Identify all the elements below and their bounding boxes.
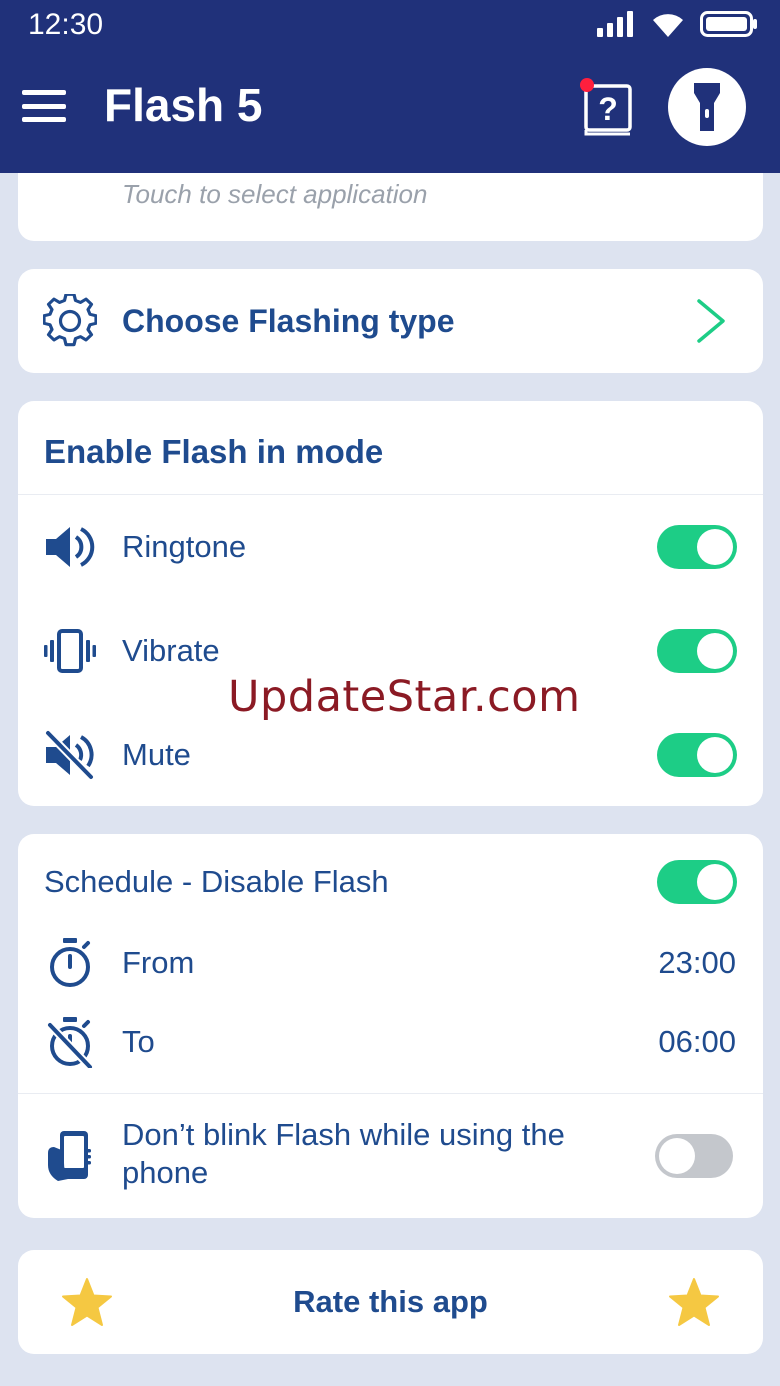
schedule-card: Schedule - Disable Flash From 23:00 To 0…: [18, 834, 763, 1218]
schedule-to-row[interactable]: To 06:00: [18, 1014, 763, 1070]
wifi-icon: [653, 14, 683, 37]
dont-blink-label: Don’t blink Flash while using the phone: [122, 1116, 565, 1192]
flashlight-button[interactable]: [668, 68, 746, 146]
signal-icon: [597, 11, 633, 37]
flashing-type-card[interactable]: Choose Flashing type: [18, 269, 763, 373]
chevron-right-icon: [697, 299, 725, 343]
flashing-type-label: Choose Flashing type: [122, 302, 455, 339]
schedule-title: Schedule - Disable Flash: [44, 864, 389, 899]
mode-label-ringtone: Ringtone: [122, 529, 247, 564]
select-application-hint: Touch to select application: [122, 179, 428, 209]
star-icon: [669, 1278, 719, 1326]
toggle-schedule[interactable]: [657, 860, 737, 904]
status-icons: [596, 10, 758, 38]
schedule-from-label: From: [122, 945, 195, 980]
mode-label-vibrate: Vibrate: [122, 633, 220, 668]
flashlight-icon: [694, 83, 720, 131]
schedule-row: Schedule - Disable Flash: [18, 860, 763, 904]
enable-mode-card: Enable Flash in mode Ringtone Vibrate Mu…: [18, 401, 763, 806]
select-application-card[interactable]: Touch to select application: [18, 173, 763, 241]
toggle-vibrate[interactable]: [657, 629, 737, 673]
vibrate-icon: [42, 623, 98, 679]
gear-icon: [42, 293, 98, 349]
hand-phone-icon: [42, 1128, 98, 1184]
speaker-icon: [42, 519, 98, 575]
dont-blink-label-line2: phone: [122, 1155, 209, 1190]
stopwatch-icon: [42, 935, 98, 991]
toggle-mute[interactable]: [657, 733, 737, 777]
rate-label: Rate this app: [293, 1284, 488, 1319]
schedule-from-row[interactable]: From 23:00: [18, 935, 763, 991]
menu-icon[interactable]: [20, 84, 68, 128]
dont-blink-row: Don’t blink Flash while using the phone: [18, 1112, 763, 1202]
mode-row-ringtone: Ringtone: [18, 519, 763, 575]
app-title: Flash 5: [104, 79, 263, 131]
rate-card[interactable]: Rate this app: [18, 1250, 763, 1354]
schedule-to-value: 06:00: [658, 1024, 736, 1059]
app-bar: 12:30 Flash 5 ?: [0, 0, 780, 173]
timer-off-icon: [42, 1014, 98, 1070]
help-book-icon[interactable]: ?: [578, 76, 638, 138]
mode-row-vibrate: Vibrate: [18, 623, 763, 679]
watermark: UpdateStar.com: [228, 672, 581, 722]
toggle-dont-blink[interactable]: [655, 1134, 733, 1178]
mode-label-mute: Mute: [122, 737, 191, 772]
status-time: 12:30: [28, 8, 104, 41]
mode-row-mute: Mute: [18, 727, 763, 783]
help-question-label: ?: [598, 91, 618, 127]
enable-mode-title: Enable Flash in mode: [44, 433, 384, 470]
toggle-ringtone[interactable]: [657, 525, 737, 569]
status-bar: 12:30: [0, 0, 780, 50]
dont-blink-label-line1: Don’t blink Flash while using the: [122, 1117, 565, 1152]
mute-icon: [42, 727, 98, 783]
battery-icon: [700, 11, 757, 37]
schedule-to-label: To: [122, 1024, 155, 1059]
schedule-from-value: 23:00: [658, 945, 736, 980]
toolbar: Flash 5 ?: [0, 56, 780, 166]
